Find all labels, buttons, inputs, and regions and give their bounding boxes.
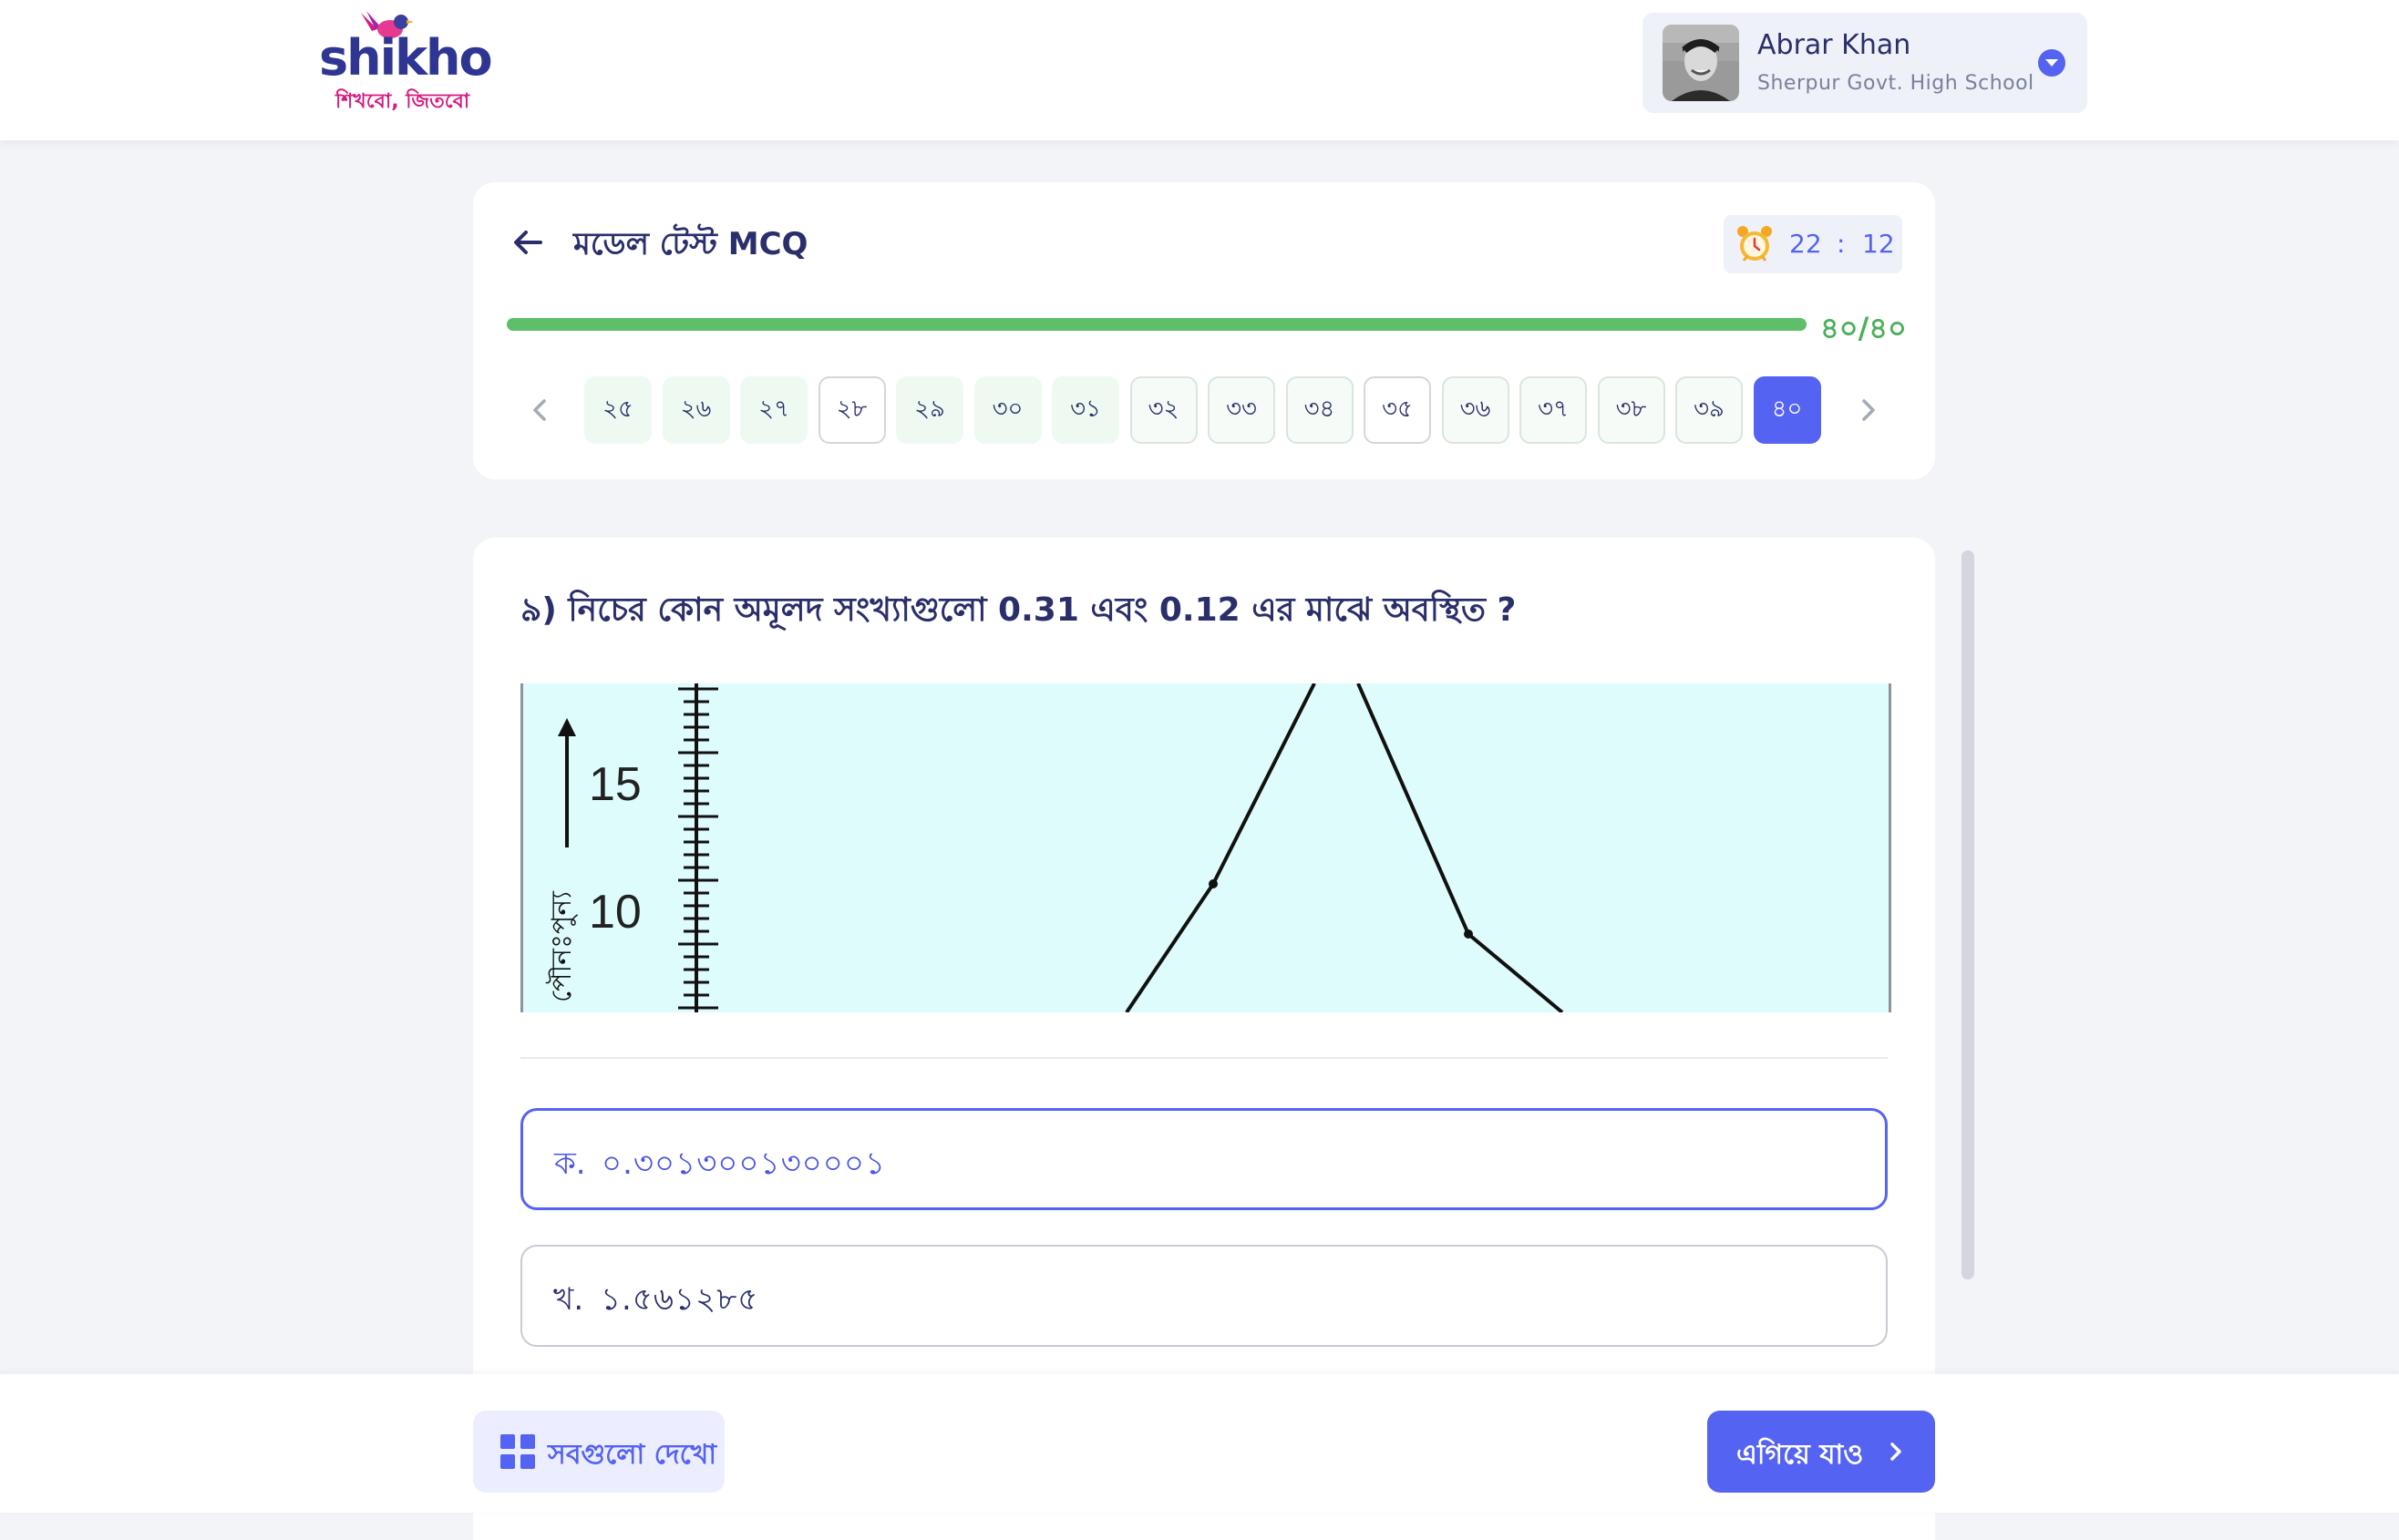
next-button[interactable]: এগিয়ে যাও xyxy=(1707,1411,1935,1493)
question-number-button[interactable]: ২৫ xyxy=(584,376,652,444)
option-value: ০.৩০১৩০০১৩০০০১ xyxy=(602,1145,887,1182)
top-header: shikho শিখবো, জিতবো Abrar Khan Sherpur G… xyxy=(0,0,2399,140)
progress-bar-fill xyxy=(507,318,1807,331)
question-number-button[interactable]: ২৯ xyxy=(896,376,963,444)
graph-point xyxy=(1209,879,1218,888)
chevron-right-icon xyxy=(1890,1442,1901,1461)
show-all-button[interactable]: সবগুলো দেখো xyxy=(473,1411,725,1493)
chevron-right-icon[interactable] xyxy=(1849,392,1886,428)
arrow-left-icon[interactable] xyxy=(510,224,546,261)
scrollbar-thumb[interactable] xyxy=(1961,550,1974,1279)
question-number-button[interactable]: ৩৭ xyxy=(1519,376,1587,444)
question-number-button[interactable]: ২৭ xyxy=(740,376,808,444)
graph-arrow-head xyxy=(558,718,576,736)
chevron-down-icon[interactable] xyxy=(2038,49,2065,77)
option-value: ১.৫৬১২৮৫ xyxy=(601,1281,759,1318)
user-name: Abrar Khan xyxy=(1757,29,1911,61)
user-profile-menu[interactable]: Abrar Khan Sherpur Govt. High School xyxy=(1642,13,2087,113)
countdown-timer: 22 : 12 xyxy=(1724,215,1902,273)
question-number-button[interactable]: ৩২ xyxy=(1129,376,1198,444)
show-all-label: সবগুলো দেখো xyxy=(548,1439,717,1471)
alarm-clock-icon xyxy=(1737,226,1772,262)
question-number-button[interactable]: ৩৮ xyxy=(1597,376,1665,444)
logo-wordmark: shikho xyxy=(319,29,493,87)
timer-separator: : xyxy=(1837,229,1846,259)
question-number-button[interactable]: ২৮ xyxy=(818,376,886,444)
progress-bar xyxy=(507,318,1807,331)
graph-point xyxy=(1464,929,1473,939)
graph-tick-10: 10 xyxy=(589,886,642,939)
option-label: খ. xyxy=(553,1281,584,1318)
page-title: মডেল টেস্ট MCQ xyxy=(573,226,808,262)
timer-seconds: 12 xyxy=(1862,229,1895,259)
question-number-button[interactable]: ৩০ xyxy=(973,376,1042,444)
question-figure: পৌনঃপুন্য 15 10 xyxy=(520,683,1891,1012)
question-number-button[interactable]: ৩৬ xyxy=(1441,376,1509,444)
question-number-button[interactable]: ৩৩ xyxy=(1208,376,1275,444)
question-text: ৯) নিচের কোন অমূলদ সংখ্যাগুলো 0.31 এবং 0… xyxy=(520,591,1517,629)
progress-count: ৪০/৪০ xyxy=(1820,311,1907,345)
question-number-button[interactable]: ৩৪ xyxy=(1285,376,1354,444)
logo-tagline: শিখবো, জিতবো xyxy=(335,90,470,113)
graph-axis-label: পৌনঃপুন্য xyxy=(546,890,578,1002)
option-label: ক. xyxy=(554,1145,586,1182)
option-ka[interactable]: ক. ০.৩০১৩০০১৩০০০১ xyxy=(520,1108,1888,1210)
graph-line-right xyxy=(1356,683,1564,1012)
shikho-logo[interactable]: shikho শিখবো, জিতবো xyxy=(319,9,493,113)
question-number-button[interactable]: ২৬ xyxy=(662,376,730,444)
question-navigator: ২৫ ২৬ ২৭ ২৮ ২৯ ৩০ ৩১ ৩২ ৩৩ ৩৪ ৩৫ ৩৬ ৩৭ ৩৮ ৩৯ ৪০ xyxy=(473,375,1935,445)
graph-line-left xyxy=(1125,683,1316,1012)
test-header-card: মডেল টেস্ট MCQ 22 : 12 ৪০/৪০ ২৫ ২৬ ২৭ ২৮ ২৯ ৩… xyxy=(473,182,1935,479)
bottom-action-bar: সবগুলো দেখো এগিয়ে যাও xyxy=(0,1374,2399,1513)
graph-tick-15: 15 xyxy=(589,758,642,811)
user-school: Sherpur Govt. High School xyxy=(1757,72,2034,95)
avatar-photo xyxy=(1663,25,1739,101)
divider xyxy=(520,1057,1888,1059)
timer-minutes: 22 xyxy=(1789,229,1822,259)
question-number-button[interactable]: ৩১ xyxy=(1052,376,1119,444)
option-kha[interactable]: খ. ১.৫৬১২৮৫ xyxy=(520,1245,1888,1347)
chevron-left-icon[interactable] xyxy=(522,392,559,428)
grid-icon xyxy=(500,1434,535,1469)
question-number-button[interactable]: ৪০ xyxy=(1753,376,1821,444)
question-number-button[interactable]: ৩৯ xyxy=(1675,376,1743,444)
frequency-polygon-graph: পৌনঃপুন্য 15 10 xyxy=(546,683,1564,1012)
question-number-button[interactable]: ৩৫ xyxy=(1364,376,1431,444)
next-label: এগিয়ে যাও xyxy=(1736,1439,1864,1471)
avatar xyxy=(1663,25,1739,101)
